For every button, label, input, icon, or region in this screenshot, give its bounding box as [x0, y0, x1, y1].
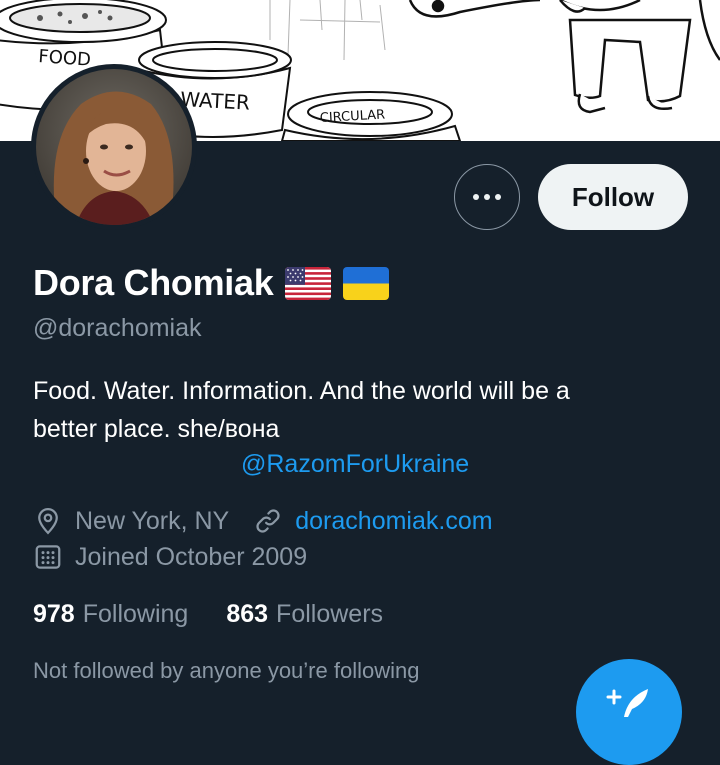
- profile-joined-date: Joined October 2009: [75, 542, 308, 571]
- profile-joined-row: Joined October 2009: [33, 542, 307, 572]
- following-link[interactable]: 978 Following: [33, 600, 188, 629]
- follow-button[interactable]: Follow: [538, 164, 688, 230]
- profile-website-link[interactable]: dorachomiak.com: [295, 507, 492, 536]
- following-label: Following: [82, 600, 189, 628]
- followers-label: Followers: [276, 600, 384, 628]
- followers-count: 863: [226, 600, 269, 628]
- profile-meta-row: New York, NY dorachomiak.com: [33, 506, 493, 536]
- us-flag-icon: [285, 266, 332, 300]
- compose-tweet-button[interactable]: [576, 659, 682, 765]
- location-pin-icon: [38, 507, 58, 535]
- bio-mention-link[interactable]: @RazomForUkraine: [241, 450, 469, 479]
- profile-location: New York, NY: [75, 506, 230, 535]
- profile-handle: @dorachomiak: [33, 314, 202, 342]
- profile-name: Dora Chomiak: [33, 262, 274, 303]
- avatar[interactable]: [31, 64, 197, 230]
- link-icon: [256, 509, 280, 533]
- bio-line: Food. Water. Information. And the world …: [33, 377, 570, 405]
- followed-by-context: Not followed by anyone you’re following: [33, 658, 420, 683]
- svg-text:WATER: WATER: [180, 87, 251, 115]
- calendar-icon: [35, 545, 61, 569]
- profile-bio: Food. Water. Information. And the world …: [33, 372, 693, 448]
- compose-tweet-icon: [606, 689, 648, 717]
- more-options-button[interactable]: [454, 164, 520, 230]
- followers-link[interactable]: 863 Followers: [226, 600, 383, 629]
- svg-text:FOOD: FOOD: [38, 46, 92, 71]
- following-count: 978: [33, 600, 75, 628]
- avatar-photo: [36, 69, 192, 225]
- bio-line: better place. she/вона: [33, 415, 280, 443]
- profile-name-row: Dora Chomiak: [33, 262, 390, 304]
- more-dots-icon: [473, 194, 501, 200]
- ukraine-flag-icon: [343, 266, 390, 300]
- profile-stats: 978 Following 863 Followers: [33, 600, 383, 629]
